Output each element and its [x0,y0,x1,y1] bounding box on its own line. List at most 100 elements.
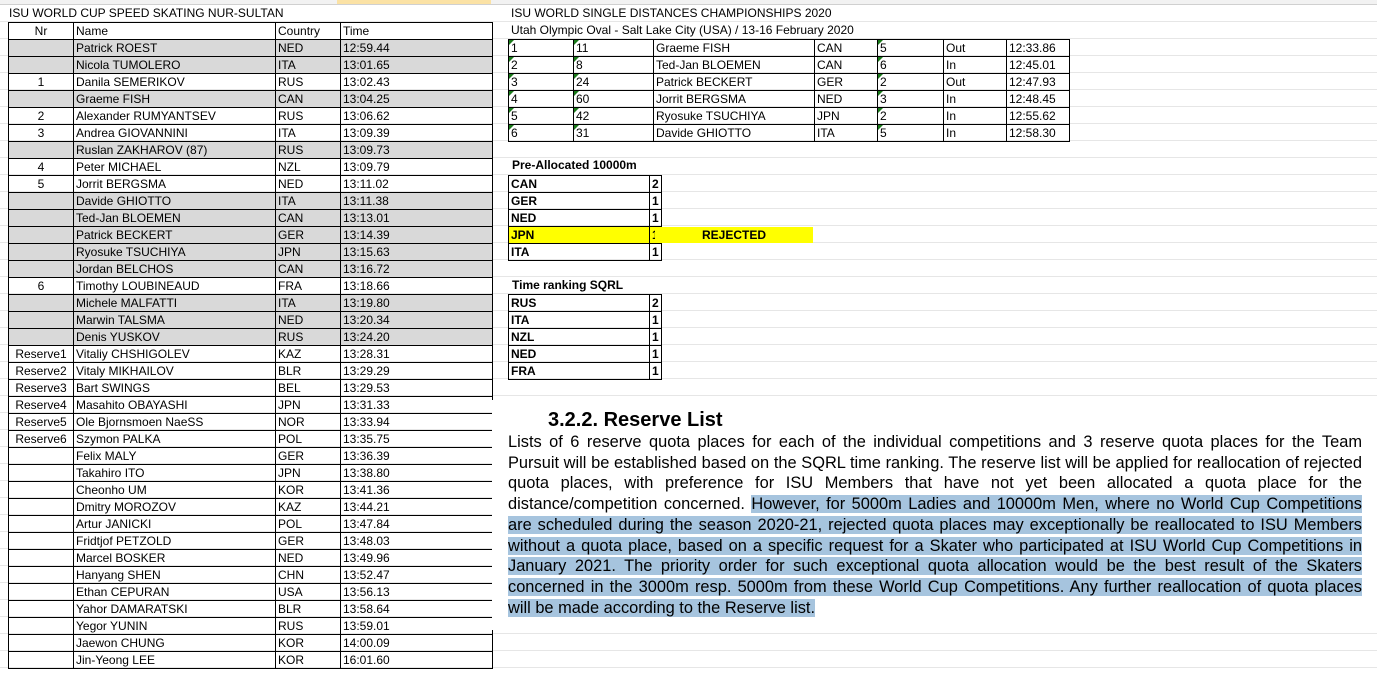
time-cell[interactable]: 13:31.33 [340,396,493,414]
nr-cell[interactable] [8,583,74,601]
name-cell[interactable]: Yegor YUNIN [73,617,276,635]
ranking-country-cell[interactable]: ITA [508,311,650,329]
country-cell[interactable]: RUS [275,141,341,159]
country-cell[interactable]: NOR [275,413,341,431]
nr-cell[interactable] [8,447,74,465]
name-cell[interactable]: Danila SEMERIKOV [73,73,276,91]
name-cell[interactable]: Vitaliy CHSHIGOLEV [73,345,276,363]
nr-cell[interactable] [8,294,74,312]
wsd-num-cell[interactable]: 24 [573,73,654,91]
country-cell[interactable]: BEL [275,379,341,397]
nr-cell[interactable] [8,39,74,57]
time-cell[interactable]: 13:19.80 [340,294,493,312]
nr-cell[interactable] [8,90,74,108]
ranking-country-cell[interactable]: NED [508,345,650,363]
time-cell[interactable]: 13:15.63 [340,243,493,261]
country-cell[interactable]: KOR [275,481,341,499]
name-cell[interactable]: Artur JANICKI [73,515,276,533]
nr-cell[interactable]: Reserve5 [8,413,74,431]
nr-cell[interactable] [8,192,74,210]
country-cell[interactable]: JPN [275,243,341,261]
wsd-country-cell[interactable]: GER [814,73,878,91]
wsd-lane-cell[interactable]: Out [943,39,1007,57]
country-cell[interactable]: GER [275,447,341,465]
nr-cell[interactable] [8,260,74,278]
wsd-num-cell[interactable]: 42 [573,107,654,125]
time-cell[interactable]: 13:06.62 [340,107,493,125]
wsd-time-cell[interactable]: 12:48.45 [1006,90,1070,108]
preallocated-country-cell[interactable]: ITA [508,243,650,261]
time-cell[interactable]: 13:38.80 [340,464,493,482]
name-cell[interactable]: Jordan BELCHOS [73,260,276,278]
time-cell[interactable]: 13:29.29 [340,362,493,380]
nr-cell[interactable] [8,141,74,159]
time-cell[interactable]: 13:35.75 [340,430,493,448]
ranking-country-cell[interactable]: FRA [508,362,650,380]
country-cell[interactable]: NED [275,311,341,329]
name-cell[interactable]: Marcel BOSKER [73,549,276,567]
wsd-lane-cell[interactable]: In [943,124,1007,142]
time-cell[interactable]: 13:33.94 [340,413,493,431]
header-country[interactable]: Country [275,22,341,40]
country-cell[interactable]: ITA [275,56,341,74]
name-cell[interactable]: Yahor DAMARATSKI [73,600,276,618]
nr-cell[interactable] [8,515,74,533]
country-cell[interactable]: BLR [275,362,341,380]
name-cell[interactable]: Ruslan ZAKHAROV (87) [73,141,276,159]
wsd-name-cell[interactable]: Ryosuke TSUCHIYA [653,107,815,125]
country-cell[interactable]: JPN [275,464,341,482]
wsd-pair-cell[interactable]: 2 [877,107,944,125]
name-cell[interactable]: Jin-Yeong LEE [73,651,276,669]
country-cell[interactable]: RUS [275,73,341,91]
selected-column-header[interactable] [337,0,491,4]
nr-cell[interactable]: 3 [8,124,74,142]
time-cell[interactable]: 13:44.21 [340,498,493,516]
time-cell[interactable]: 13:47.84 [340,515,493,533]
name-cell[interactable]: Andrea GIOVANNINI [73,124,276,142]
wsd-rank-cell[interactable]: 4 [508,90,574,108]
name-cell[interactable]: Marwin TALSMA [73,311,276,329]
time-cell[interactable]: 13:09.79 [340,158,493,176]
name-cell[interactable]: Bart SWINGS [73,379,276,397]
nr-cell[interactable] [8,600,74,618]
wsd-time-cell[interactable]: 12:58.30 [1006,124,1070,142]
name-cell[interactable]: Hanyang SHEN [73,566,276,584]
wsd-rank-cell[interactable]: 2 [508,56,574,74]
nr-cell[interactable] [8,617,74,635]
name-cell[interactable]: Nicola TUMOLERO [73,56,276,74]
name-cell[interactable]: Masahito OBAYASHI [73,396,276,414]
nr-cell[interactable]: Reserve6 [8,430,74,448]
time-cell[interactable]: 13:16.72 [340,260,493,278]
name-cell[interactable]: Davide GHIOTTO [73,192,276,210]
time-cell[interactable]: 13:29.53 [340,379,493,397]
country-cell[interactable]: FRA [275,277,341,295]
country-cell[interactable]: RUS [275,328,341,346]
nr-cell[interactable] [8,566,74,584]
time-cell[interactable]: 13:28.31 [340,345,493,363]
country-cell[interactable]: ITA [275,124,341,142]
country-cell[interactable]: KAZ [275,498,341,516]
wsd-time-cell[interactable]: 12:55.62 [1006,107,1070,125]
wsd-country-cell[interactable]: ITA [814,124,878,142]
wsd-country-cell[interactable]: NED [814,90,878,108]
nr-cell[interactable] [8,328,74,346]
country-cell[interactable]: USA [275,583,341,601]
time-cell[interactable]: 13:58.64 [340,600,493,618]
wsd-num-cell[interactable]: 60 [573,90,654,108]
name-cell[interactable]: Dmitry MOROZOV [73,498,276,516]
preallocated-value-cell[interactable]: 1 [649,209,662,227]
time-cell[interactable]: 13:11.02 [340,175,493,193]
ranking-value-cell[interactable]: 2 [649,294,662,312]
country-cell[interactable]: NED [275,175,341,193]
ranking-value-cell[interactable]: 1 [649,345,662,363]
country-cell[interactable]: POL [275,430,341,448]
wsd-name-cell[interactable]: Davide GHIOTTO [653,124,815,142]
wsd-time-cell[interactable]: 12:45.01 [1006,56,1070,74]
wsd-pair-cell[interactable]: 2 [877,73,944,91]
wsd-lane-cell[interactable]: In [943,90,1007,108]
name-cell[interactable]: Alexander RUMYANTSEV [73,107,276,125]
name-cell[interactable]: Vitaly MIKHAILOV [73,362,276,380]
wsd-rank-cell[interactable]: 6 [508,124,574,142]
name-cell[interactable]: Takahiro ITO [73,464,276,482]
name-cell[interactable]: Jorrit BERGSMA [73,175,276,193]
